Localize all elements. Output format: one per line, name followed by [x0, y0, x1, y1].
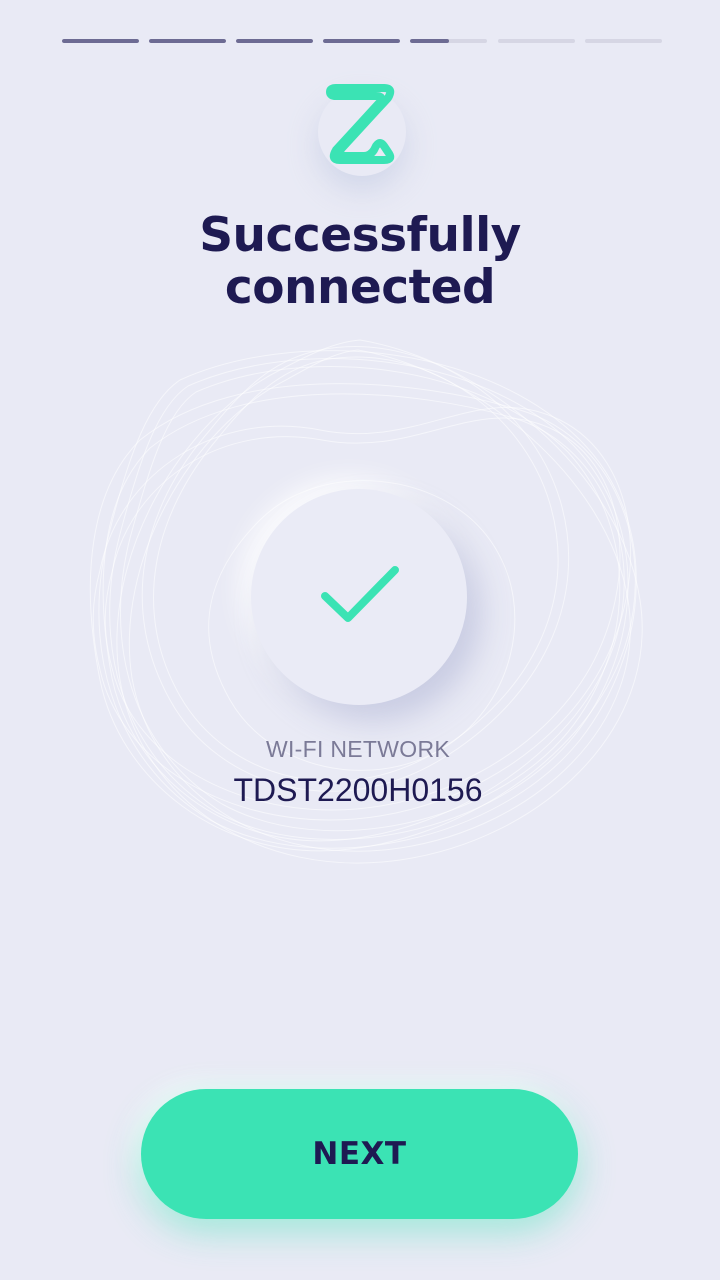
z-logo-icon [326, 84, 395, 164]
title-line-1: Successfully [199, 208, 521, 263]
next-button[interactable]: NEXT [141, 1089, 578, 1219]
progress-step-6 [498, 39, 575, 43]
success-screen: Successfully connected WI-FI NETWORK TDS… [0, 0, 720, 1280]
network-label: WI-FI NETWORK [265, 736, 451, 762]
step-progress-bar [62, 39, 662, 44]
checkmark-icon [321, 566, 399, 622]
progress-step-1 [62, 39, 139, 43]
page-title: Successfully connected [0, 210, 720, 314]
progress-step-7 [585, 39, 662, 43]
progress-step-3 [236, 39, 313, 43]
progress-step-2 [149, 39, 226, 43]
progress-step-5 [410, 39, 487, 43]
network-name: TDST2200H0156 [233, 772, 483, 808]
title-line-2: connected [224, 260, 496, 315]
progress-step-4 [323, 39, 400, 43]
